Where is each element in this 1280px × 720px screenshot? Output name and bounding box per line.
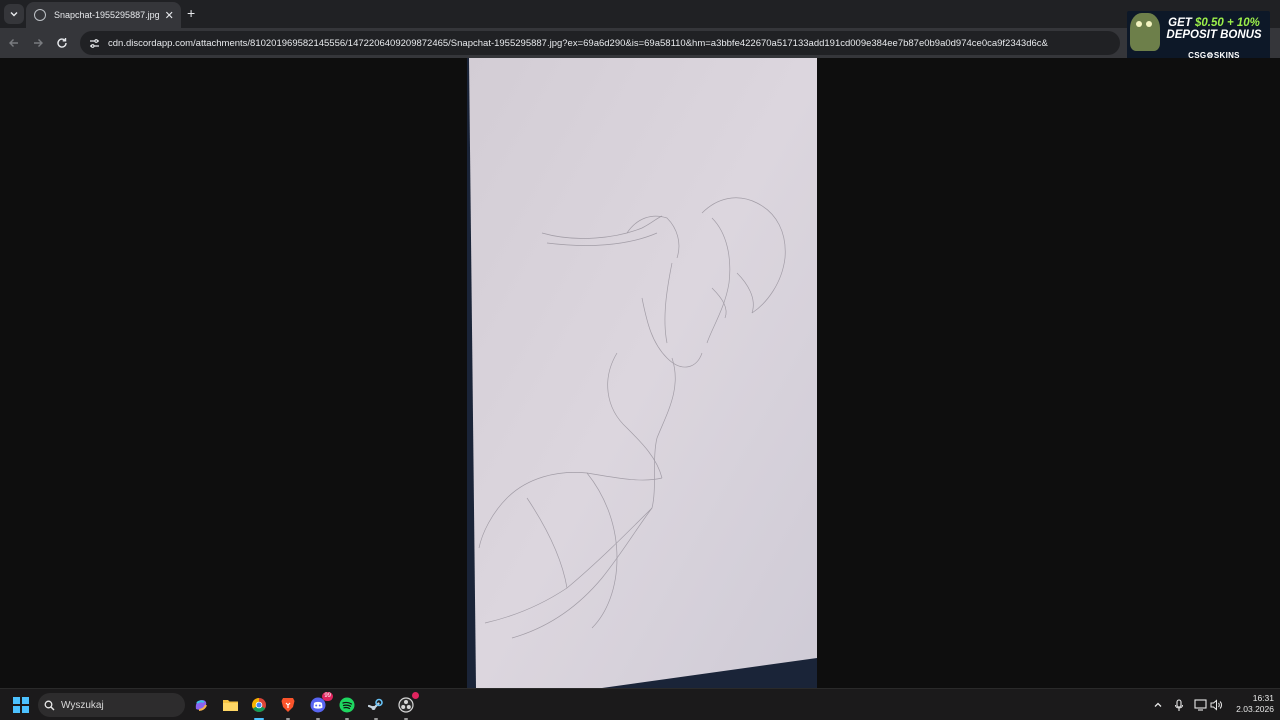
tab-search-button[interactable] (4, 4, 24, 24)
taskbar: Wyszukaj 99 16:31 2.03.2026 (0, 688, 1280, 720)
new-tab-button[interactable]: + (187, 6, 195, 20)
microphone-icon (1174, 698, 1184, 711)
chrome-icon (252, 698, 266, 712)
copilot-icon (195, 700, 207, 711)
image-viewer (0, 58, 1280, 688)
clock-time: 16:31 (1252, 693, 1274, 703)
taskbar-file-explorer[interactable] (220, 695, 240, 715)
ad-mascot-image (1130, 13, 1160, 51)
clock-date: 2.03.2026 (1236, 704, 1274, 714)
arrow-right-icon (34, 39, 43, 47)
ad-banner[interactable]: GET $0.50 + 10% DEPOSIT BONUS CSG⚙SKINS (1127, 11, 1270, 62)
search-icon (44, 700, 55, 710)
taskbar-search[interactable]: Wyszukaj (38, 693, 185, 717)
taskbar-spotify[interactable] (337, 695, 357, 720)
tab-close-button[interactable]: ✕ (163, 9, 175, 22)
tab-strip: Snapchat-1955295887.jpg (151 ✕ + (0, 0, 1280, 28)
windows-start-button[interactable] (13, 697, 29, 713)
brave-icon (281, 698, 295, 712)
windows-logo-icon (13, 697, 21, 705)
ad-headline: GET $0.50 + 10% DEPOSIT BONUS (1161, 17, 1267, 41)
taskbar-steam[interactable] (366, 695, 386, 720)
sketch-photo[interactable] (467, 58, 817, 688)
volume-tray-button[interactable] (1209, 697, 1223, 713)
taskbar-obs[interactable] (396, 692, 419, 720)
speaker-icon (1210, 699, 1222, 711)
ad-line-2: DEPOSIT BONUS (1166, 29, 1262, 41)
browser-tab[interactable]: Snapchat-1955295887.jpg (151 ✕ (26, 2, 181, 28)
globe-icon (34, 9, 46, 21)
arrow-left-icon (9, 39, 18, 47)
back-button[interactable] (5, 34, 23, 52)
spotify-icon (339, 697, 355, 713)
address-bar[interactable]: cdn.discordapp.com/attachments/810201969… (80, 31, 1120, 55)
taskbar-copilot[interactable] (191, 695, 211, 715)
site-info-icon[interactable] (86, 35, 102, 51)
mermaid-sketch-image (467, 58, 817, 688)
system-clock[interactable]: 16:31 2.03.2026 (1224, 693, 1274, 715)
network-tray-button[interactable] (1193, 697, 1207, 713)
browser-toolbar: cdn.discordapp.com/attachments/810201969… (0, 28, 1280, 58)
ad-bonus-amount: $0.50 + 10% (1194, 17, 1260, 29)
microphone-tray-button[interactable] (1172, 697, 1186, 713)
discord-notification-badge: 99 (322, 692, 333, 701)
url-text: cdn.discordapp.com/attachments/810201969… (108, 37, 1048, 49)
folder-icon (222, 700, 238, 711)
steam-icon (368, 698, 383, 710)
ad-line-1: GET $0.50 + 10% (1168, 17, 1260, 29)
search-placeholder: Wyszukaj (61, 699, 104, 711)
tab-title: Snapchat-1955295887.jpg (151 (54, 10, 160, 20)
reload-button[interactable] (53, 34, 71, 52)
forward-button[interactable] (29, 34, 47, 52)
show-hidden-icons-button[interactable] (1151, 697, 1165, 713)
taskbar-discord[interactable]: 99 (308, 692, 333, 720)
chevron-up-icon (1154, 702, 1162, 707)
reload-icon (57, 38, 67, 48)
network-icon (1193, 699, 1207, 711)
obs-icon (398, 697, 414, 713)
taskbar-chrome[interactable] (249, 695, 269, 720)
taskbar-brave[interactable] (278, 695, 298, 720)
chevron-down-icon (10, 12, 18, 17)
recording-dot-icon (412, 692, 419, 699)
